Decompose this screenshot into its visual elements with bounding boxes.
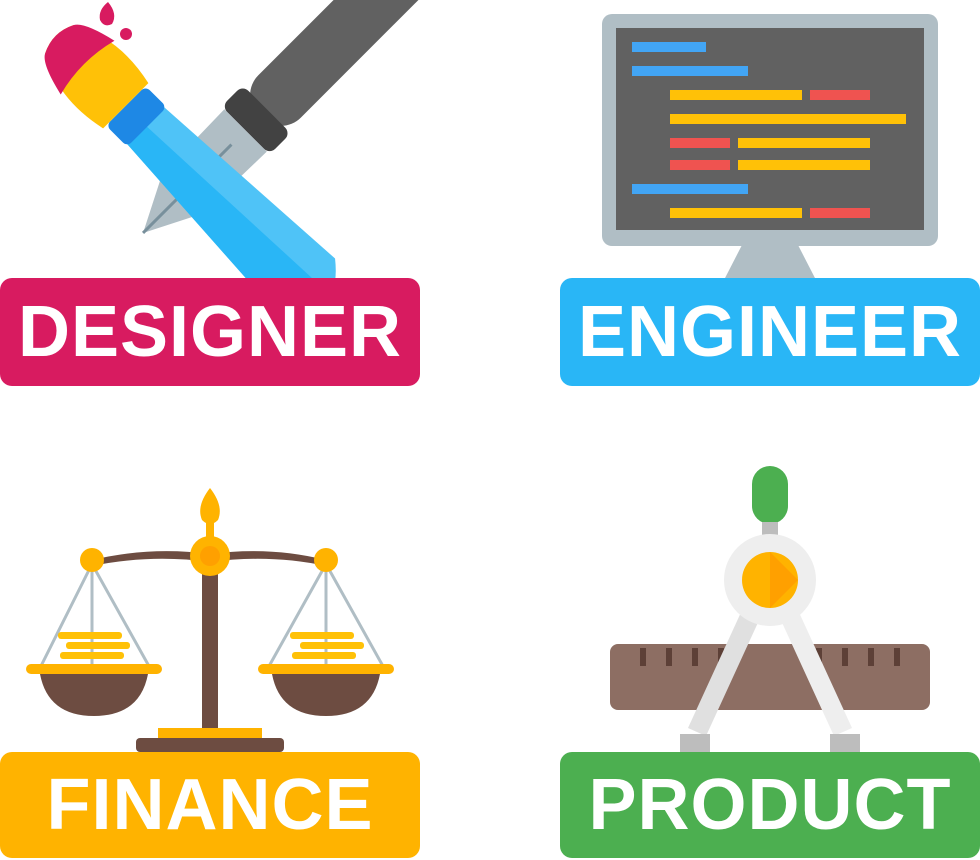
role-badge-engineer: ENGINEER xyxy=(560,278,980,386)
role-badge-designer: DESIGNER xyxy=(0,278,420,386)
role-badge-finance: FINANCE xyxy=(0,752,420,858)
compass-ruler-icon xyxy=(610,466,930,752)
code-monitor-icon xyxy=(602,14,938,280)
role-tile-finance: FINANCE xyxy=(0,480,420,860)
role-tile-engineer: ENGINEER xyxy=(560,0,980,390)
role-tile-product: PRODUCT xyxy=(560,466,980,860)
role-tile-designer: DESIGNER xyxy=(0,0,420,390)
balance-scale-icon xyxy=(26,488,394,752)
role-badge-product: PRODUCT xyxy=(560,752,980,858)
brush-and-pen-icon xyxy=(44,0,420,290)
